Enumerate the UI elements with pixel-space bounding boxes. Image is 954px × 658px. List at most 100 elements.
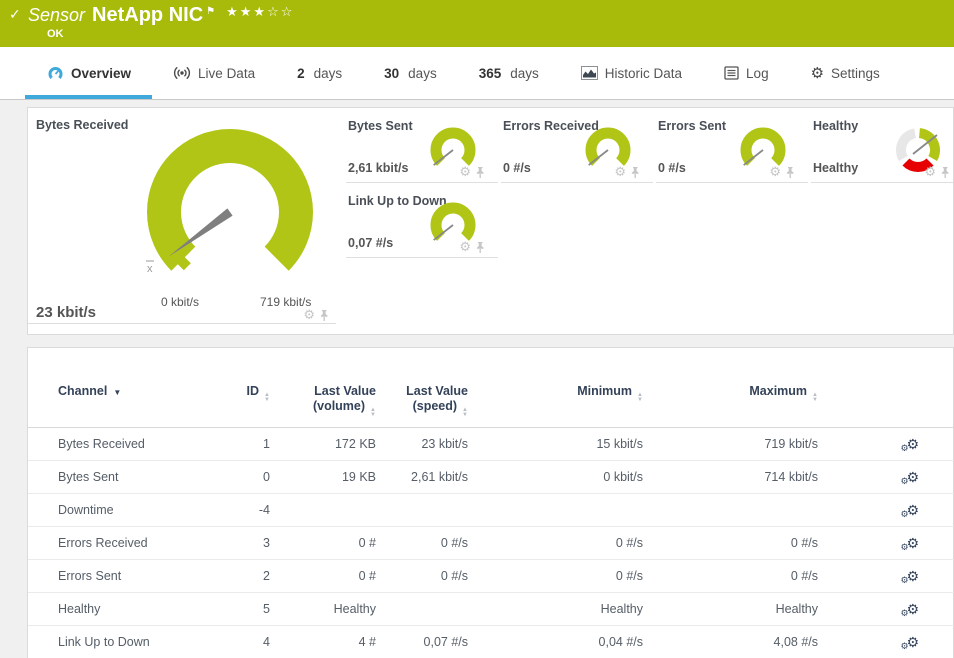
gear-icon: ⚙ <box>900 509 908 520</box>
sort-icon: ▲▼ <box>264 393 270 403</box>
cell-volume: 172 KB <box>276 428 382 461</box>
pin-icon[interactable] <box>474 241 486 254</box>
pin-icon[interactable] <box>629 166 641 179</box>
cell-speed: 0,07 #/s <box>382 626 474 658</box>
cell-id: 1 <box>218 428 276 461</box>
table-row: Errors Received 3 0 # 0 #/s 0 #/s 0 #/s … <box>28 527 954 560</box>
column-header-last-value-speed[interactable]: Last Value (speed)▲▼ <box>382 368 474 428</box>
gauge-value: 23 kbit/s <box>36 304 96 321</box>
cell-maximum: 4,08 #/s <box>649 626 824 658</box>
gear-icon[interactable]: ⚙ <box>459 164 471 180</box>
gauge-scale-min: 0 kbit/s <box>161 295 199 309</box>
priority-stars[interactable]: ★★★☆☆ <box>226 4 294 19</box>
gauge-errors-received[interactable]: Errors Received 0 #/s ⚙ <box>501 108 653 183</box>
column-label: Last Value <box>314 384 376 398</box>
cell-actions: ⚙⚙ <box>824 527 954 560</box>
column-header-actions <box>824 368 954 428</box>
gauge-value: 0 #/s <box>503 161 531 175</box>
gauge-value: 0,07 #/s <box>348 236 393 250</box>
sort-icon: ▲▼ <box>637 393 643 403</box>
sort-icon: ▲▼ <box>370 408 376 418</box>
gauge-tools: ⚙ <box>303 307 330 323</box>
tab-settings[interactable]: ⚙ Settings <box>790 47 901 99</box>
flag-icon[interactable]: ⚑ <box>206 6 215 17</box>
gear-icon[interactable]: ⚙ <box>614 164 626 180</box>
channel-settings-icon[interactable]: ⚙⚙ <box>906 634 919 651</box>
primary-gauge: x <box>140 120 322 298</box>
column-header-minimum[interactable]: Minimum▲▼ <box>474 368 649 428</box>
gear-icon: ⚙ <box>900 443 908 454</box>
pin-icon[interactable] <box>318 309 330 322</box>
tab-bar: Overview Live Data 2 days 30 days 365 da… <box>0 47 954 100</box>
pin-icon[interactable] <box>784 166 796 179</box>
gear-icon[interactable]: ⚙ <box>459 239 471 255</box>
gear-icon: ⚙ <box>900 641 908 652</box>
column-header-channel[interactable]: Channel▼ <box>28 368 218 428</box>
gauge-bytes-received[interactable]: Bytes Received x 0 kbit/s 719 kbit/s 23 … <box>28 108 336 324</box>
channel-settings-icon[interactable]: ⚙⚙ <box>906 436 919 453</box>
cell-id: 4 <box>218 626 276 658</box>
column-label: (volume) <box>313 399 365 413</box>
channel-settings-icon[interactable]: ⚙⚙ <box>906 601 919 618</box>
gauge-tools: ⚙ <box>459 239 486 255</box>
channel-settings-icon[interactable]: ⚙⚙ <box>906 568 919 585</box>
cell-speed: 2,61 kbit/s <box>382 461 474 494</box>
table-row: Bytes Sent 0 19 KB 2,61 kbit/s 0 kbit/s … <box>28 461 954 494</box>
gauge-healthy[interactable]: Healthy Healthy ⚙ <box>811 108 954 183</box>
cell-minimum: Healthy <box>474 593 649 626</box>
cell-channel: Bytes Sent <box>28 461 218 494</box>
tab-2-days[interactable]: 2 days <box>276 47 363 99</box>
cell-minimum <box>474 494 649 527</box>
tab-log[interactable]: Log <box>703 47 790 99</box>
gauge-value: 2,61 kbit/s <box>348 161 408 175</box>
cell-minimum: 0 #/s <box>474 560 649 593</box>
cell-channel: Errors Received <box>28 527 218 560</box>
live-data-icon <box>173 66 191 80</box>
channel-settings-icon[interactable]: ⚙⚙ <box>906 469 919 486</box>
channel-settings-icon[interactable]: ⚙⚙ <box>906 502 919 519</box>
tab-number: 365 <box>479 66 502 81</box>
cell-speed: 0 #/s <box>382 560 474 593</box>
cell-volume: 19 KB <box>276 461 382 494</box>
tab-live-data[interactable]: Live Data <box>152 47 276 99</box>
tab-30-days[interactable]: 30 days <box>363 47 458 99</box>
tab-historic-data[interactable]: Historic Data <box>560 47 703 99</box>
gauge-title: Bytes Received <box>36 118 128 132</box>
gauge-bytes-sent[interactable]: Bytes Sent 2,61 kbit/s ⚙ <box>346 108 498 183</box>
cell-id: -4 <box>218 494 276 527</box>
gear-icon[interactable]: ⚙ <box>924 164 936 180</box>
cell-maximum: 0 #/s <box>649 527 824 560</box>
column-header-id[interactable]: ID▲▼ <box>218 368 276 428</box>
cell-speed <box>382 593 474 626</box>
column-label: Last Value <box>406 384 468 398</box>
table-row: Link Up to Down 4 4 # 0,07 #/s 0,04 #/s … <box>28 626 954 658</box>
cell-minimum: 15 kbit/s <box>474 428 649 461</box>
log-icon <box>724 66 739 80</box>
gauge-link-up-to-down[interactable]: Link Up to Down 0,07 #/s ⚙ <box>346 183 498 258</box>
cell-actions: ⚙⚙ <box>824 560 954 593</box>
gauge-tools: ⚙ <box>459 164 486 180</box>
column-header-last-value-volume[interactable]: Last Value (volume) ▲▼ <box>276 368 382 428</box>
cell-speed: 0 #/s <box>382 527 474 560</box>
cell-channel: Downtime <box>28 494 218 527</box>
channel-settings-icon[interactable]: ⚙⚙ <box>906 535 919 552</box>
tab-number: 30 <box>384 66 399 81</box>
gear-icon[interactable]: ⚙ <box>769 164 781 180</box>
pin-icon[interactable] <box>474 166 486 179</box>
gauge-errors-sent[interactable]: Errors Sent 0 #/s ⚙ <box>656 108 808 183</box>
column-header-maximum[interactable]: Maximum▲▼ <box>649 368 824 428</box>
cell-id: 5 <box>218 593 276 626</box>
tab-365-days[interactable]: 365 days <box>458 47 560 99</box>
cell-maximum: 719 kbit/s <box>649 428 824 461</box>
sensor-kind-label: Sensor <box>28 5 85 25</box>
table-row: Bytes Received 1 172 KB 23 kbit/s 15 kbi… <box>28 428 954 461</box>
pin-icon[interactable] <box>939 166 951 179</box>
table-row: Healthy 5 Healthy Healthy Healthy ⚙⚙ <box>28 593 954 626</box>
gear-icon[interactable]: ⚙ <box>303 307 315 323</box>
gear-icon: ⚙ <box>900 608 908 619</box>
cell-actions: ⚙⚙ <box>824 626 954 658</box>
tab-overview[interactable]: Overview <box>25 47 152 99</box>
tab-label: Log <box>746 66 769 81</box>
tab-label: Historic Data <box>605 66 682 81</box>
average-marker: x <box>147 263 153 275</box>
